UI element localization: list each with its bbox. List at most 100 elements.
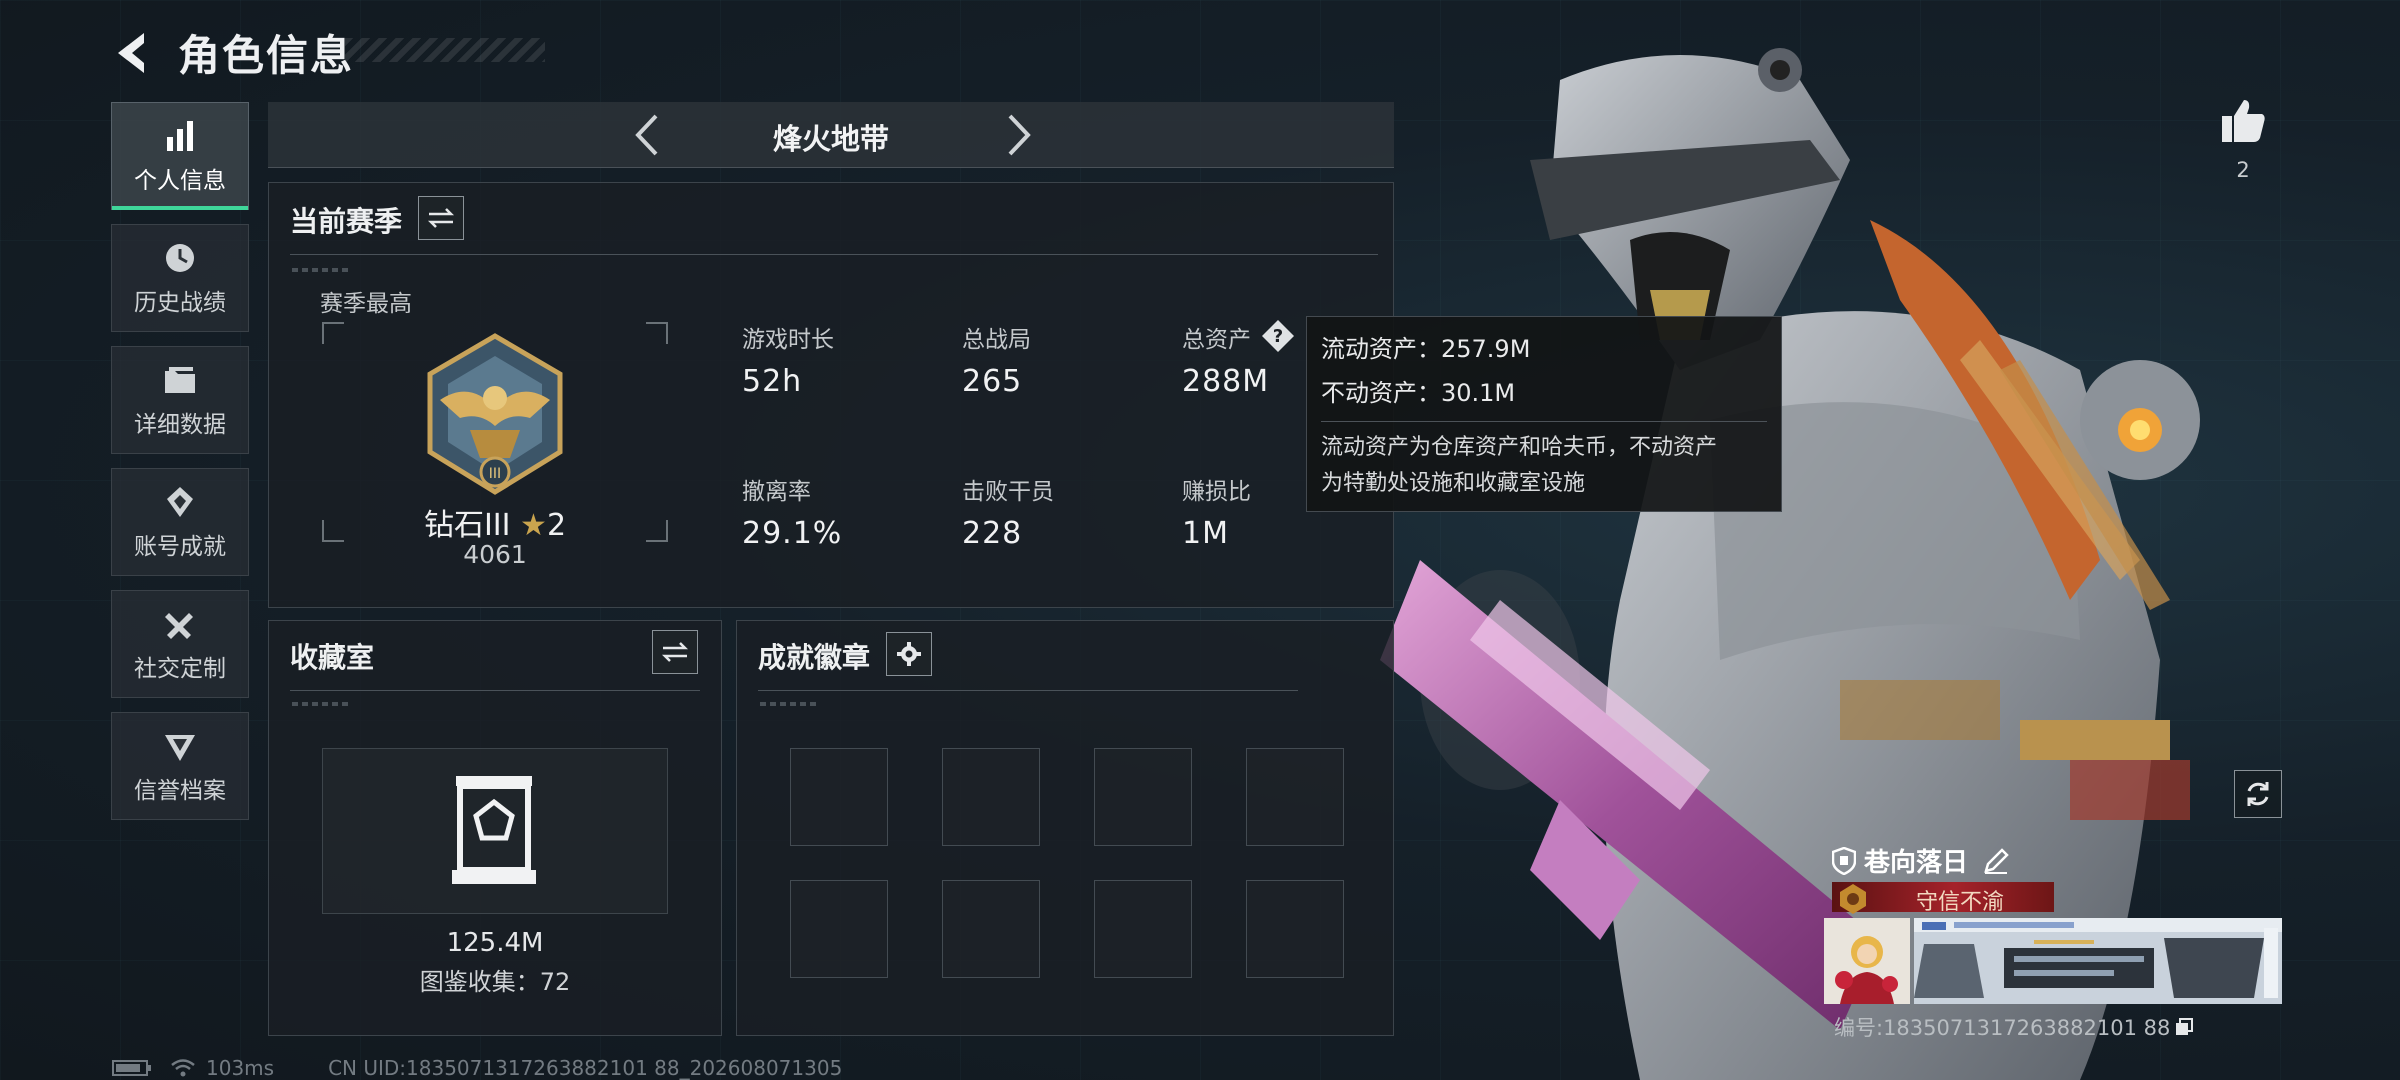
rank-badge-icon: III: [427, 333, 563, 495]
refresh-icon: [2247, 782, 2269, 806]
season-panel-title: 当前赛季: [290, 205, 403, 238]
badge-slot[interactable]: [1246, 748, 1344, 846]
question-mark-icon[interactable]: ?: [1260, 318, 1296, 354]
badge-slot[interactable]: [1246, 880, 1344, 978]
reputation-icon: [165, 735, 195, 761]
stat-value: 52h: [742, 364, 803, 399]
stat-total-assets: 总资产 288M: [1182, 320, 1269, 399]
frame-corner: [646, 322, 668, 344]
divider: [290, 690, 700, 691]
stat-operators-defeated: 击败干员 228: [962, 472, 1054, 551]
collection-value: 125.4M: [446, 928, 544, 958]
tooltip-description-line: 流动资产为仓库资产和哈夫币，不动资产: [1321, 435, 1718, 460]
refresh-button[interactable]: [2234, 770, 2282, 818]
stat-value: 288M: [1182, 364, 1270, 399]
player-name: 巷向落日: [1864, 848, 1969, 878]
like-count: 2: [2236, 158, 2250, 182]
tick-decoration: [292, 268, 352, 272]
sidebar-nav: 个人信息 历史战绩 详细数据 账号成就 社交定制 信誉档案: [111, 102, 249, 834]
back-arrow-icon[interactable]: [110, 27, 156, 79]
collection-switch-button[interactable]: [652, 630, 698, 674]
clock-history-icon: [166, 244, 194, 272]
pencil-edit-icon[interactable]: [1982, 847, 2010, 875]
stat-label: 总战局: [962, 327, 1031, 353]
nav-item-match-history[interactable]: 历史战绩: [111, 224, 249, 332]
rank-score: 4061: [463, 540, 527, 569]
card-id: 编号:1835071317263882101 88: [1834, 1012, 2194, 1042]
page-title: 角色信息: [178, 31, 355, 80]
stat-label: 赚损比: [1182, 479, 1251, 505]
stat-profit-loss-ratio: 赚损比 1M: [1182, 472, 1251, 551]
stat-extraction-rate: 撤离率 29.1%: [742, 472, 842, 551]
nav-label: 详细数据: [134, 412, 226, 438]
tick-decoration: [760, 702, 820, 706]
rank-name: 钻石III ★2: [330, 500, 660, 544]
chevron-right-icon[interactable]: [992, 110, 1042, 160]
nav-item-achievements[interactable]: 账号成就: [111, 468, 249, 576]
nav-label: 账号成就: [134, 534, 226, 560]
stat-label: 总资产: [1182, 327, 1251, 353]
wifi-icon: [171, 1059, 195, 1077]
swap-icon: [661, 642, 689, 662]
badge-slot[interactable]: [942, 748, 1040, 846]
mode-switcher: 烽火地带: [268, 102, 1394, 168]
nav-item-personal-info[interactable]: 个人信息: [111, 102, 249, 210]
stat-value: 1M: [1182, 516, 1229, 551]
nav-label: 信誉档案: [134, 778, 226, 804]
stat-value: 228: [962, 516, 1023, 551]
stat-value: 29.1%: [742, 516, 843, 551]
stat-label: 击败干员: [962, 479, 1054, 505]
badges-settings-button[interactable]: [886, 632, 932, 676]
stat-label: 游戏时长: [742, 327, 834, 353]
badge-slot[interactable]: [1094, 880, 1192, 978]
display-case-icon: [452, 776, 536, 884]
badges-panel-title: 成就徽章: [758, 641, 871, 674]
collection-panel-title: 收藏室: [290, 641, 375, 674]
star-icon: ★: [520, 508, 547, 543]
player-avatar[interactable]: [1824, 918, 1910, 1004]
mode-title: 烽火地带: [772, 122, 889, 156]
achievement-badge-icon: [167, 487, 193, 517]
player-card-banner[interactable]: [1914, 918, 2282, 1004]
copy-icon[interactable]: [2174, 1017, 2194, 1037]
collection-count: 图鉴收集：72: [419, 968, 571, 996]
fixed-assets: 不动资产：30.1M: [1321, 379, 1516, 407]
player-name-row: 巷向落日: [1832, 842, 2010, 879]
badge-slot[interactable]: [942, 880, 1040, 978]
battery-icon: [112, 1060, 151, 1076]
badge-slot[interactable]: [790, 880, 888, 978]
status-bar: 103ms CN UID:1835071317263882101 88_2026…: [112, 1056, 842, 1080]
season-switch-button[interactable]: [418, 196, 464, 240]
card-id-text: 编号:1835071317263882101 88: [1834, 1016, 2171, 1040]
nav-label: 社交定制: [134, 656, 226, 682]
stat-play-time: 游戏时长 52h: [742, 320, 834, 399]
uid-text: CN UID:1835071317263882101 88_2026080713…: [328, 1056, 843, 1080]
svg-text:?: ?: [1273, 326, 1283, 347]
tooltip-description-line: 为特勤处设施和收藏室设施: [1321, 471, 1586, 496]
player-title-text: 守信不渝: [1915, 890, 2004, 915]
ping-value: 103ms: [206, 1056, 275, 1080]
rank-stars: 2: [546, 508, 567, 543]
rank-name-text: 钻石III: [423, 508, 511, 543]
nav-item-reputation[interactable]: 信誉档案: [111, 712, 249, 820]
stat-value: 265: [962, 364, 1023, 399]
tick-decoration: [292, 702, 352, 706]
badge-slot[interactable]: [790, 748, 888, 846]
bar-chart-icon: [167, 121, 193, 151]
header: 角色信息: [110, 22, 354, 83]
swap-icon: [427, 208, 455, 228]
title-decoration: [345, 38, 545, 62]
badge-slot[interactable]: [1094, 748, 1192, 846]
shield-icon: [1832, 846, 1856, 875]
liquid-assets: 流动资产：257.9M: [1321, 335, 1531, 363]
nav-item-detailed-data[interactable]: 详细数据: [111, 346, 249, 454]
season-best-label: 赛季最高: [320, 291, 412, 317]
tooltip-divider: [1321, 421, 1767, 422]
divider: [290, 254, 1378, 255]
svg-text:III: III: [489, 466, 501, 482]
nav-label: 个人信息: [134, 168, 226, 194]
nav-item-social-custom[interactable]: 社交定制: [111, 590, 249, 698]
thumbs-up-icon[interactable]: [2218, 96, 2268, 146]
gear-icon: [897, 642, 921, 666]
stat-total-matches: 总战局 265: [962, 320, 1031, 399]
